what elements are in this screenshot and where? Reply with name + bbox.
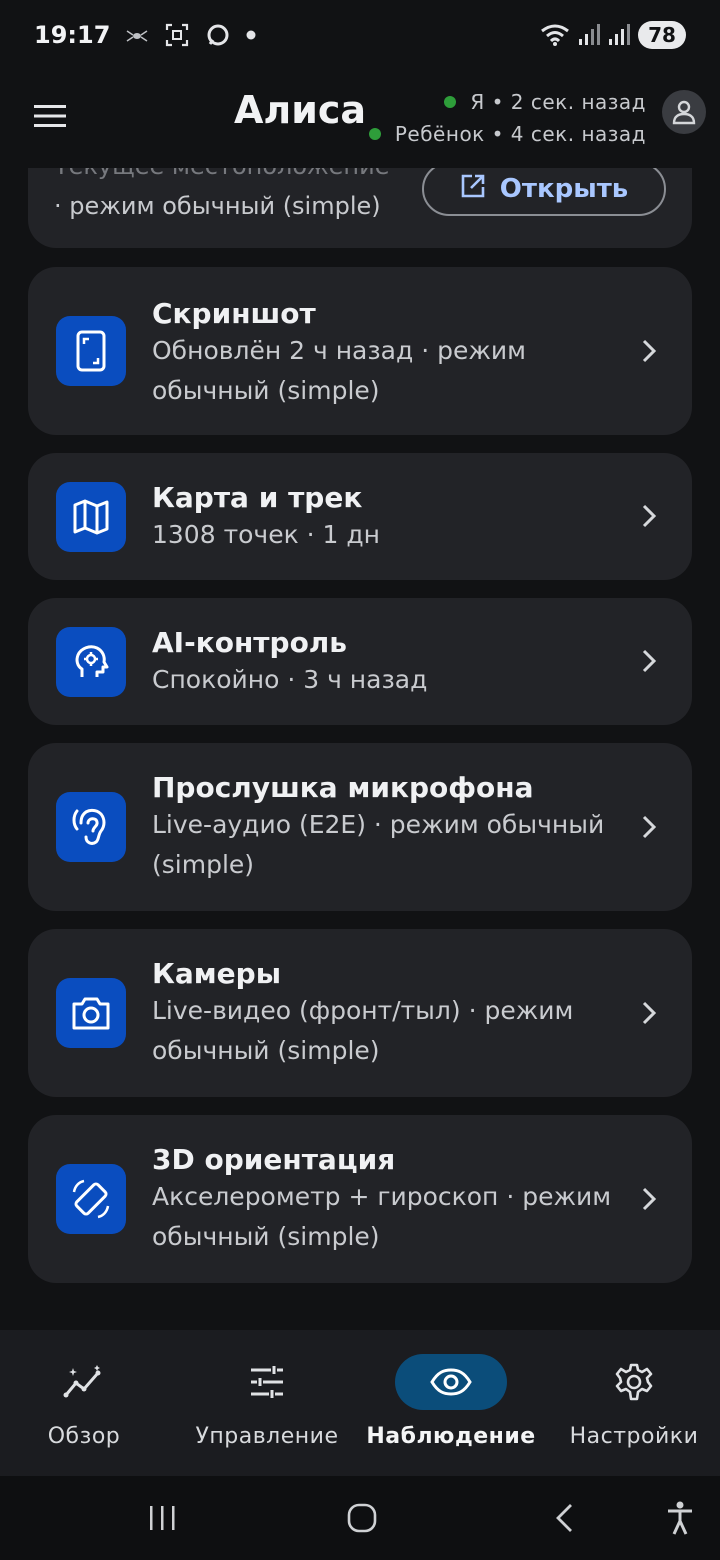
avatar[interactable] — [662, 90, 706, 134]
list-item-orientation[interactable]: 3D ориентация Акселерометр + гироскоп · … — [28, 1115, 692, 1283]
nav-label: Настройки — [569, 1424, 699, 1449]
item-title: Прослушка микрофона — [152, 771, 534, 804]
item-subtitle: Обновлён 2 ч назад · режим обычный (simp… — [152, 336, 526, 405]
nav-icon-container-active — [395, 1354, 507, 1410]
chevron-right-icon — [634, 646, 664, 676]
ai-brain-icon — [56, 627, 126, 697]
item-title: Карта и трек — [152, 481, 363, 514]
item-title: Скриншот — [152, 297, 316, 330]
chevron-right-icon — [634, 501, 664, 531]
status-bar: 19:17 78 — [0, 0, 720, 70]
online-dot-icon — [368, 128, 381, 140]
nav-icon-container — [578, 1354, 690, 1410]
item-subtitle: Спокойно · 3 ч назад — [152, 665, 428, 694]
online-dot-icon — [444, 96, 457, 108]
presence-row-self: Я • 2 сек. назад — [369, 86, 646, 118]
hearing-icon — [56, 792, 126, 862]
location-card-mode: · режим обычный (simple) — [54, 192, 381, 220]
eye-icon — [430, 1368, 472, 1396]
open-button-label: Открыть — [499, 174, 629, 204]
list-item-ai-control[interactable]: AI-контроль Спокойно · 3 ч назад — [28, 598, 692, 725]
nav-icon-container — [28, 1354, 140, 1410]
spider-icon — [126, 27, 148, 43]
chevron-right-icon — [634, 998, 664, 1028]
nav-item-monitoring[interactable]: Наблюдение — [366, 1354, 535, 1464]
open-external-icon — [460, 173, 486, 206]
signal-icon-2 — [608, 23, 630, 47]
status-left: 19:17 — [34, 21, 256, 49]
item-title: Камеры — [152, 957, 282, 990]
camera-icon — [56, 978, 126, 1048]
nav-label: Обзор — [47, 1424, 121, 1449]
presence-child-label: Ребёнок • 4 сек. назад — [394, 122, 646, 146]
presence-status: Я • 2 сек. назад Ребёнок • 4 сек. назад — [368, 86, 646, 150]
system-navigation-bar — [0, 1476, 720, 1560]
nav-icon-container — [211, 1354, 323, 1410]
list-item-map[interactable]: Карта и трек 1308 точек · 1 дн — [28, 453, 692, 580]
chevron-right-icon — [634, 1184, 664, 1214]
chevron-right-icon — [634, 812, 664, 842]
nav-label: Наблюдение — [366, 1424, 536, 1449]
list-item-screenshot[interactable]: Скриншот Обновлён 2 ч назад · режим обыч… — [28, 267, 692, 435]
chat-bubble-icon — [206, 23, 230, 47]
screen: 19:17 78 · режим обычный (simple) Открыт… — [0, 0, 720, 1560]
presence-row-child: Ребёнок • 4 сек. назад — [368, 118, 646, 150]
nav-item-overview[interactable]: Обзор — [28, 1354, 140, 1464]
item-subtitle: Акселерометр + гироскоп · режим обычный … — [152, 1182, 612, 1251]
screenshot-frame-icon — [164, 22, 190, 48]
nav-item-control[interactable]: Управление — [194, 1354, 340, 1464]
notification-dot-icon — [246, 30, 256, 40]
presence-self-label: Я • 2 сек. назад — [470, 90, 646, 114]
map-icon — [56, 482, 126, 552]
accessibility-button[interactable] — [658, 1496, 702, 1540]
item-subtitle: Live-видео (фронт/тыл) · режим обычный (… — [152, 996, 574, 1065]
chevron-right-icon — [634, 336, 664, 366]
recent-apps-button[interactable] — [140, 1496, 184, 1540]
back-icon — [556, 1504, 572, 1532]
app-bar: Алиса Я • 2 сек. назад Ребёнок • 4 сек. … — [0, 70, 720, 168]
list-item-cameras[interactable]: Камеры Live-видео (фронт/тыл) · режим об… — [28, 929, 692, 1097]
screen-rotation-icon — [56, 1164, 126, 1234]
nav-item-settings[interactable]: Настройки — [568, 1354, 700, 1464]
wifi-icon — [540, 23, 570, 47]
recent-apps-icon — [150, 1506, 175, 1530]
back-button[interactable] — [542, 1496, 586, 1540]
item-title: 3D ориентация — [152, 1143, 396, 1176]
bottom-navigation: Обзор Управление Наблюдение Настройки — [0, 1330, 720, 1476]
sliders-icon — [251, 1366, 283, 1398]
home-icon — [347, 1503, 377, 1533]
item-subtitle: Live-аудио (E2E) · режим обычный (simple… — [152, 810, 605, 879]
menu-button[interactable] — [24, 90, 76, 142]
gear-icon — [615, 1363, 653, 1401]
item-subtitle: 1308 точек · 1 дн — [152, 520, 381, 549]
battery-badge: 78 — [638, 21, 686, 49]
status-time: 19:17 — [34, 21, 111, 49]
list-item-microphone[interactable]: Прослушка микрофона Live-аудио (E2E) · р… — [28, 743, 692, 911]
hamburger-menu-icon — [34, 105, 66, 127]
nav-label: Управление — [195, 1424, 339, 1449]
phone-screenshot-icon — [56, 316, 126, 386]
status-right: 78 — [540, 21, 686, 49]
page-title: Алиса — [234, 88, 367, 132]
home-button[interactable] — [340, 1496, 384, 1540]
item-title: AI-контроль — [152, 626, 348, 659]
signal-icon-1 — [578, 23, 600, 47]
open-button[interactable]: Открыть — [422, 162, 666, 216]
person-icon — [672, 100, 696, 125]
analytics-icon — [63, 1365, 101, 1398]
accessibility-icon — [668, 1501, 692, 1535]
